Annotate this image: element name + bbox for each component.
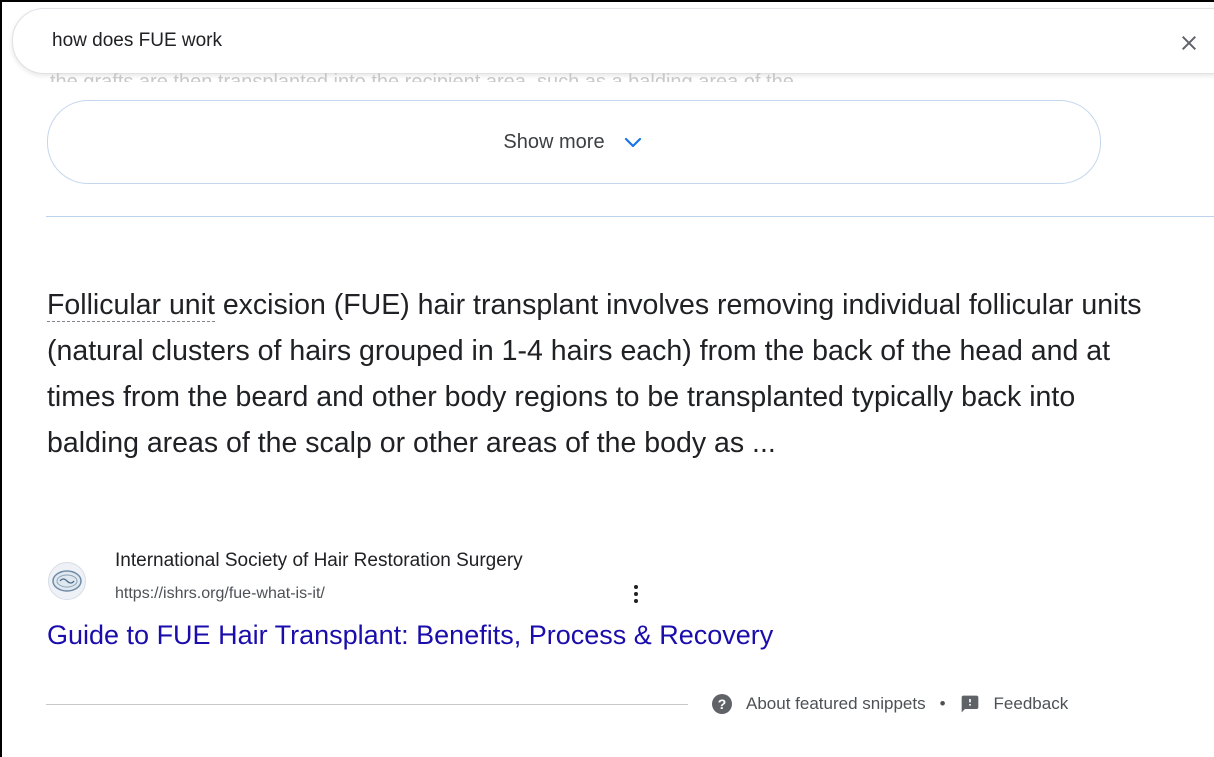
footer-divider (46, 704, 688, 705)
chevron-down-icon (624, 137, 641, 148)
snippet-term-link[interactable]: Follicular unit (47, 289, 215, 322)
faded-preview-text: the grafts are then transplanted into th… (50, 71, 794, 82)
feedback-icon[interactable] (960, 694, 980, 714)
close-icon[interactable] (1177, 31, 1201, 55)
source-name[interactable]: International Society of Hair Restoratio… (115, 550, 523, 572)
footer-separator: • (939, 694, 946, 713)
search-input[interactable]: how does FUE work (52, 30, 222, 52)
favicon-image (52, 570, 82, 592)
more-vert-icon[interactable] (630, 582, 642, 608)
featured-snippet-text: Follicular unit excision (FUE) hair tran… (47, 282, 1167, 466)
feedback-link[interactable]: Feedback (994, 694, 1069, 714)
show-more-label: Show more (503, 130, 605, 153)
section-divider (46, 216, 1214, 217)
show-more-button[interactable]: Show more (47, 100, 1101, 184)
source-url[interactable]: https://ishrs.org/fue-what-is-it/ (115, 585, 325, 603)
help-icon[interactable]: ? (712, 694, 732, 714)
about-featured-snippets-link[interactable]: About featured snippets (746, 694, 926, 714)
favicon[interactable] (48, 562, 86, 600)
snippet-footer: ? About featured snippets • Feedback (712, 692, 1068, 716)
result-title-link[interactable]: Guide to FUE Hair Transplant: Benefits, … (47, 620, 773, 651)
